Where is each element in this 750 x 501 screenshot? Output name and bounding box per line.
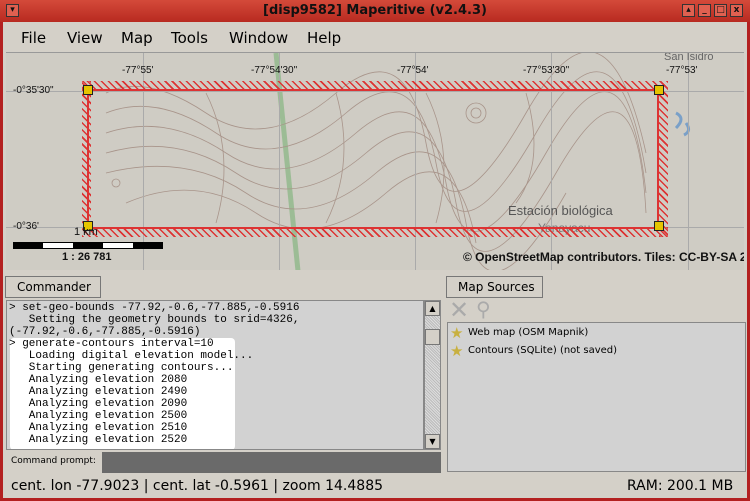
main-window: File View Map Tools Window Help -77°55' … (3, 0, 747, 498)
console-line: Analyzing elevation 2080 (9, 374, 188, 386)
tab-commander[interactable]: Commander (5, 276, 101, 298)
window-title: [disp9582] Maperitive (v2.4.3) (263, 3, 487, 18)
lon-label: -77°53'30" (523, 65, 570, 76)
console-line: Starting generating contours... (9, 362, 234, 374)
window-menu-button[interactable]: ▾ (6, 4, 19, 17)
lat-label: -0°36' (13, 221, 39, 232)
tab-map-sources[interactable]: Map Sources (446, 276, 543, 298)
console-line: Analyzing elevation 2090 (9, 398, 188, 410)
scale-bar (13, 242, 163, 249)
console-line: Analyzing elevation 2500 (9, 410, 188, 422)
star-icon: ★ (450, 342, 464, 360)
console-line: > set-geo-bounds -77.92,-0.6,-77.885,-0.… (9, 302, 300, 314)
minimize-button[interactable]: _ (698, 4, 711, 17)
maximize-button[interactable]: □ (714, 4, 727, 17)
commander-output: > set-geo-bounds -77.92,-0.6,-77.885,-0.… (6, 300, 424, 450)
close-button[interactable]: x (730, 4, 743, 17)
command-prompt-label: Command prompt: (11, 456, 96, 466)
status-bar: cent. lon -77.9023 | cent. lat -0.5961 |… (3, 474, 747, 498)
coords-readout: cent. lon -77.9023 | cent. lat -0.5961 |… (11, 478, 384, 494)
command-prompt-row: Command prompt: (6, 452, 441, 473)
scale-ratio: 1 : 26 781 (62, 251, 112, 263)
resize-handle[interactable] (83, 85, 93, 95)
attribution: © OpenStreetMap contributors. Tiles: CC-… (463, 250, 744, 264)
menu-map[interactable]: Map (121, 29, 153, 47)
console-line: Loading digital elevation model... (9, 350, 254, 362)
map-view[interactable]: -77°55' -77°54'30" -77°54' -77°53'30" -7… (6, 52, 744, 270)
console-line: > generate-contours interval=10 (9, 338, 214, 350)
menu-view[interactable]: View (67, 29, 103, 47)
lat-label: -0°35'30" (13, 85, 54, 96)
scale-label: 1 km (74, 226, 98, 238)
place-label: San Isidro (664, 52, 714, 63)
resize-handle[interactable] (654, 85, 664, 95)
scroll-up-button[interactable]: ▲ (425, 301, 440, 316)
lon-label: -77°55' (122, 65, 154, 76)
zoom-to-source-icon[interactable]: ⚲ (476, 297, 491, 321)
list-item[interactable]: ★ Web map (OSM Mapnik) (448, 325, 745, 341)
selection-rectangle[interactable] (87, 89, 659, 229)
star-icon: ★ (450, 324, 464, 342)
map-sources-list: ★ Web map (OSM Mapnik) ★ Contours (SQLite)… (447, 322, 746, 472)
console-line: (-77.92,-0.6,-77.885,-0.5916) (9, 326, 201, 338)
shade-button[interactable]: ▴ (682, 4, 695, 17)
menu-window[interactable]: Window (229, 29, 288, 47)
console-line: Setting the geometry bounds to srid=4326… (9, 314, 300, 326)
console-line: Analyzing elevation 2510 (9, 422, 188, 434)
menu-tools[interactable]: Tools (171, 29, 208, 47)
command-input[interactable] (102, 452, 441, 473)
ram-readout: RAM: 200.1 MB (627, 478, 734, 494)
console-line: Analyzing elevation 2520 (9, 434, 188, 446)
title-bar: ▾ [disp9582] Maperitive (v2.4.3) ▴ _ □ x (0, 0, 750, 22)
scroll-thumb[interactable] (425, 329, 440, 345)
resize-handle[interactable] (654, 221, 664, 231)
console-line: Analyzing elevation 2490 (9, 386, 188, 398)
menu-bar: File View Map Tools Window Help (3, 22, 747, 52)
menu-help[interactable]: Help (307, 29, 341, 47)
screen: ▾ [disp9582] Maperitive (v2.4.3) ▴ _ □ x… (0, 0, 750, 501)
lon-label: -77°53' (666, 65, 698, 76)
selection-hatch (659, 81, 668, 237)
list-item[interactable]: ★ Contours (SQLite) (not saved) (448, 343, 745, 359)
lon-label: -77°54' (397, 65, 429, 76)
commander-scrollbar[interactable]: ▲ ▼ (424, 300, 441, 450)
lon-label: -77°54'30" (251, 65, 298, 76)
scroll-down-button[interactable]: ▼ (425, 434, 440, 449)
remove-source-icon[interactable]: ✕ (449, 297, 469, 323)
menu-file[interactable]: File (21, 29, 46, 47)
